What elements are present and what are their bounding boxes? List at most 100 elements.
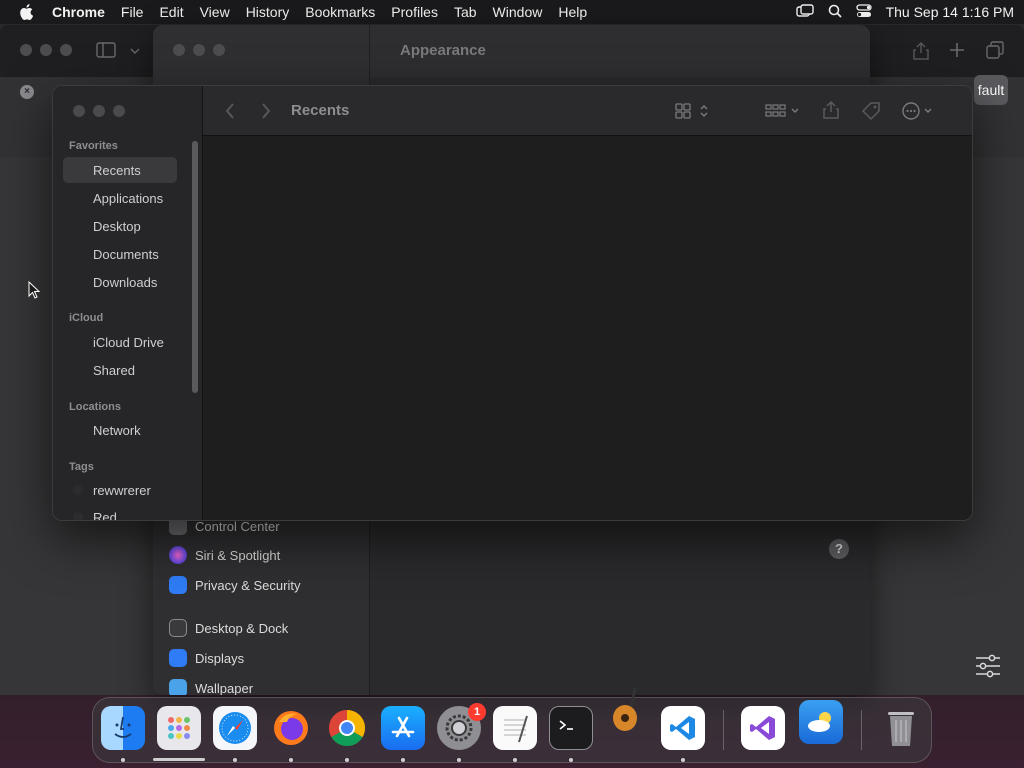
running-indicator xyxy=(401,758,405,762)
firefox-icon[interactable] xyxy=(269,706,313,750)
sidebar-item-network[interactable]: Network xyxy=(63,417,177,443)
sidebar-item-icloud-drive[interactable]: iCloud Drive xyxy=(63,329,177,355)
settings-traffic-lights xyxy=(173,44,225,56)
sidebar-item-tag[interactable]: rewwrerer xyxy=(63,477,177,503)
finder-icon[interactable] xyxy=(101,706,145,750)
running-indicator xyxy=(345,758,349,762)
close-window-icon[interactable] xyxy=(173,44,185,56)
page-title: Appearance xyxy=(400,42,486,59)
menu-window[interactable]: Window xyxy=(485,4,551,20)
terminal-icon[interactable] xyxy=(549,706,593,750)
visual-studio-icon[interactable] xyxy=(741,706,785,750)
menu-history[interactable]: History xyxy=(238,4,298,20)
sidebar-item-label: Displays xyxy=(195,650,245,666)
safari-icon[interactable] xyxy=(213,706,257,750)
tag-dot-icon xyxy=(73,512,83,520)
finder-file-area[interactable] xyxy=(203,137,972,520)
sidebar-item-privacy-security[interactable]: Privacy & Security xyxy=(169,572,359,598)
close-window-icon[interactable] xyxy=(73,105,85,117)
displays-icon xyxy=(169,649,187,667)
dock-icon xyxy=(169,619,187,637)
more-actions-icon[interactable] xyxy=(901,101,937,121)
help-button[interactable]: ? xyxy=(829,539,849,559)
sidebar-item-label: Siri & Spotlight xyxy=(195,547,281,563)
sidebar-item-label: iCloud Drive xyxy=(93,334,164,350)
finder-window: Favorites Recents Applications Desktop D… xyxy=(52,85,973,521)
textedit-icon[interactable] xyxy=(493,706,537,750)
sidebar-item-wallpaper[interactable]: Wallpaper xyxy=(169,675,359,695)
app-store-icon[interactable] xyxy=(381,706,425,750)
sidebar-item-displays[interactable]: Displays xyxy=(169,645,359,671)
menu-edit[interactable]: Edit xyxy=(151,4,191,20)
forward-chevron-icon[interactable] xyxy=(261,103,271,119)
sidebar-item-label: Red xyxy=(93,509,117,521)
menu-file[interactable]: File xyxy=(113,4,152,20)
control-center-icon[interactable] xyxy=(855,3,872,21)
finder-traffic-lights xyxy=(73,105,125,117)
menu-view[interactable]: View xyxy=(192,4,238,20)
running-indicator xyxy=(457,758,461,762)
menu-tab[interactable]: Tab xyxy=(446,4,485,20)
section-locations: Locations xyxy=(69,401,121,413)
section-icloud: iCloud xyxy=(69,312,104,324)
close-icon[interactable]: × xyxy=(20,85,34,99)
dock-separator xyxy=(861,710,862,750)
weather-icon[interactable] xyxy=(799,700,843,744)
tab-overview-icon[interactable] xyxy=(986,41,1004,59)
zoom-window-icon[interactable] xyxy=(213,44,225,56)
sidebar-item-siri-spotlight[interactable]: Siri & Spotlight xyxy=(169,542,359,568)
menubar-clock[interactable]: Thu Sep 14 1:16 PM xyxy=(886,4,1014,20)
sidebar-scrollbar[interactable] xyxy=(192,141,198,393)
zoom-window-icon[interactable] xyxy=(113,105,125,117)
hand-icon xyxy=(169,576,187,594)
chrome-icon[interactable] xyxy=(325,706,369,750)
section-tags: Tags xyxy=(69,461,94,473)
menu-help[interactable]: Help xyxy=(550,4,595,20)
spotlight-search-icon[interactable] xyxy=(828,4,842,21)
minimize-window-icon[interactable] xyxy=(40,44,52,56)
chrome-traffic-lights xyxy=(20,44,72,56)
menu-bookmarks[interactable]: Bookmarks xyxy=(297,4,383,20)
icon-view-grid-icon[interactable] xyxy=(675,103,711,119)
sidebar-item-label: Recents xyxy=(93,162,141,178)
screen-mirroring-icon[interactable] xyxy=(795,3,814,21)
sidebar-item-desktop-dock[interactable]: Desktop & Dock xyxy=(169,615,359,641)
sidebar-item-label: Desktop xyxy=(93,218,141,234)
sidebar-item-recents[interactable]: Recents xyxy=(63,157,177,183)
sidebar-item-label: Privacy & Security xyxy=(195,577,301,593)
menu-profiles[interactable]: Profiles xyxy=(383,4,446,20)
sidebar-item-documents[interactable]: Documents xyxy=(63,241,177,267)
sidebar-item-label: Documents xyxy=(93,246,159,262)
chevron-down-icon[interactable] xyxy=(130,48,140,54)
launchpad-icon[interactable] xyxy=(157,706,201,750)
sidebar-item-downloads[interactable]: Downloads xyxy=(63,269,177,295)
back-chevron-icon[interactable] xyxy=(225,103,235,119)
group-by-icon[interactable] xyxy=(765,103,801,119)
sidebar-item-shared[interactable]: Shared xyxy=(63,357,177,383)
close-window-icon[interactable] xyxy=(20,44,32,56)
dock: 1 xyxy=(92,687,932,763)
finder-toolbar: Recents xyxy=(203,86,972,136)
running-indicator xyxy=(513,758,517,762)
new-tab-icon[interactable] xyxy=(949,42,965,58)
sidebar-item-label: Downloads xyxy=(93,274,158,290)
apple-menu-icon[interactable] xyxy=(0,4,52,20)
share-icon[interactable] xyxy=(912,41,930,61)
share-icon[interactable] xyxy=(822,100,840,120)
tag-icon[interactable] xyxy=(861,101,881,121)
sidebar-toggle-icon[interactable] xyxy=(96,42,118,58)
default-button[interactable]: fault xyxy=(974,75,1008,105)
sidebar-item-label: Desktop & Dock xyxy=(195,620,289,636)
sidebar-item-label: Network xyxy=(93,422,141,438)
menu-app-name[interactable]: Chrome xyxy=(52,4,113,20)
vscode-icon[interactable] xyxy=(661,706,705,750)
sidebar-item-desktop[interactable]: Desktop xyxy=(63,213,177,239)
minimize-window-icon[interactable] xyxy=(193,44,205,56)
trash-icon[interactable] xyxy=(879,706,923,750)
zoom-window-icon[interactable] xyxy=(60,44,72,56)
sidebar-item-applications[interactable]: Applications xyxy=(63,185,177,211)
garageband-icon[interactable] xyxy=(605,687,649,732)
minimize-window-icon[interactable] xyxy=(93,105,105,117)
sliders-icon[interactable] xyxy=(975,654,1001,678)
sidebar-item-tag-red[interactable]: Red xyxy=(63,504,177,521)
